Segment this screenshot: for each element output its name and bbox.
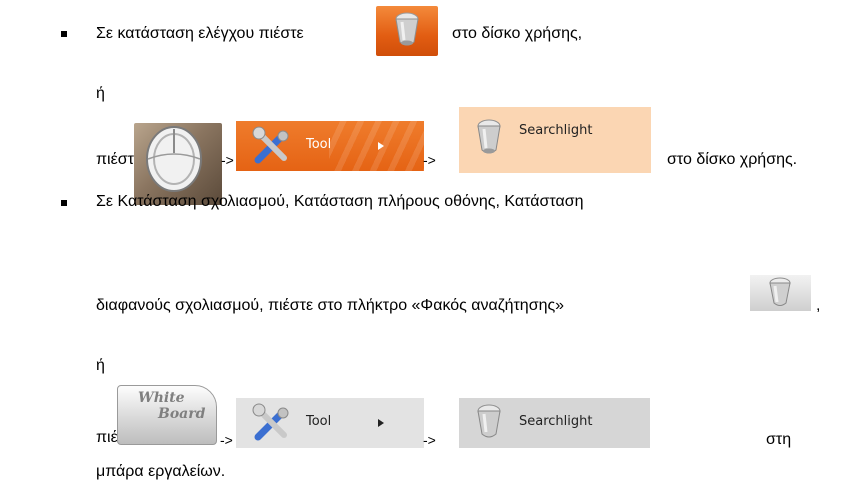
or-text-2: ή — [96, 357, 105, 374]
or-text-1: ή — [96, 85, 105, 102]
arrow-2a: -> — [220, 432, 233, 448]
searchlight-label: Searchlight — [519, 123, 593, 138]
whiteboard-button[interactable]: White Board — [117, 385, 217, 445]
searchlight-menu-item-gray[interactable]: Searchlight — [459, 398, 650, 448]
instruction-toolbar-text: μπάρα εργαλείων. — [96, 463, 226, 480]
bullet-marker — [61, 31, 67, 37]
searchlight-icon — [769, 277, 791, 306]
searchlight-label: Searchlight — [519, 414, 593, 429]
whiteboard-label-line1: White — [138, 390, 185, 406]
instruction-suffix-1: στο δίσκο χρήσης, — [452, 25, 583, 42]
instruction-suffix-2: στο δίσκο χρήσης. — [667, 151, 798, 168]
submenu-arrow-icon — [378, 419, 384, 427]
instruction-control-mode: Σε κατάσταση ελέγχου πιέστε — [96, 25, 304, 42]
arrow-2b: -> — [423, 432, 436, 448]
searchlight-icon — [477, 404, 501, 438]
submenu-arrow-icon — [378, 142, 384, 150]
instruction-annotation-modes: Σε Κατάσταση σχολιασμού, Κατάσταση πλήρο… — [96, 193, 584, 210]
stripes-decoration — [329, 121, 424, 171]
arrow-1a: -> — [221, 152, 234, 168]
tools-icon — [252, 403, 289, 441]
tool-menu-label: Tool — [306, 137, 332, 152]
comma-text: , — [816, 297, 821, 314]
searchlight-menu-item-peach[interactable]: Searchlight — [459, 107, 651, 173]
searchlight-orange-button[interactable] — [376, 6, 438, 56]
searchlight-gray-button[interactable] — [750, 275, 811, 311]
searchlight-icon — [395, 12, 419, 46]
tool-menu-orange[interactable]: Tool — [236, 121, 424, 171]
searchlight-icon — [477, 119, 501, 154]
tools-icon — [252, 126, 289, 164]
tool-menu-gray[interactable]: Tool — [236, 398, 424, 448]
arrow-1b: -> — [423, 152, 436, 168]
instruction-transparent-annotation: διαφανούς σχολιασμού, πιέστε στο πλήκτρο… — [96, 297, 565, 314]
tool-menu-label: Tool — [306, 414, 332, 429]
bullet-marker — [61, 200, 67, 206]
whiteboard-label-line2: Board — [158, 406, 206, 422]
instruction-suffix-3: στη — [766, 431, 792, 448]
